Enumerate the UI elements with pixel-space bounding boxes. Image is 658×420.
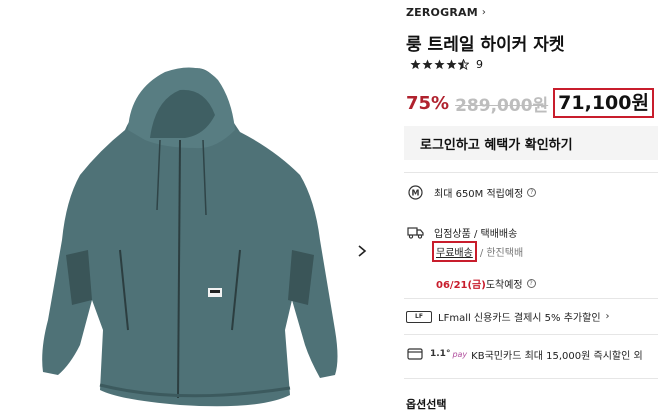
rating-stars[interactable]: 9 — [410, 58, 483, 71]
mileage-text: 최대 650M 적립예정 — [434, 188, 524, 200]
sale-price: 71,100원 — [553, 88, 654, 118]
card-icon: LF — [406, 310, 432, 323]
carrier-name: / 한진택배 — [479, 248, 524, 259]
product-title: 룽 트레일 하이커 자켓 — [406, 35, 565, 55]
price-row: 75% 289,000원 71,100원 ? — [406, 88, 658, 118]
option-select-label: 옵션선택 — [406, 398, 447, 411]
card-benefit-lfmall[interactable]: LF LFmall 신용카드 결제시 5% 추가할인 › — [406, 309, 610, 324]
product-info-panel: ZEROGRAM › 룽 트레일 하이커 자켓 9 75% 289,000원 7… — [404, 0, 658, 420]
card-icon — [406, 346, 424, 362]
svg-text:M: M — [411, 188, 419, 197]
jacket-image — [42, 67, 338, 407]
brand-link[interactable]: ZEROGRAM › — [406, 6, 486, 19]
card-benefit-kb[interactable]: 1.1° pay KB국민카드 최대 15,000원 즉시할인 외 — [406, 346, 643, 362]
chevron-right-icon — [358, 245, 367, 257]
shipping-info: 입점상품 / 택배배송 — [406, 224, 517, 240]
card-benefit-text: KB국민카드 최대 15,000원 즉시할인 외 — [471, 350, 643, 362]
arrival-label: 도착예정 — [485, 280, 523, 291]
card-benefit-text: LFmall 신용카드 결제시 5% 추가할인 — [438, 313, 601, 324]
truck-icon — [406, 224, 424, 240]
star-icon — [434, 59, 445, 70]
free-shipping-label[interactable]: 무료배송 — [432, 241, 477, 262]
divider — [404, 172, 658, 173]
login-benefit-button[interactable]: 로그인하고 혜택가 확인하기 — [404, 126, 658, 160]
mileage-benefit: M 최대 650M 적립예정 ? — [406, 184, 537, 200]
arrival-row: 06/21(금) 도착예정 ? — [436, 276, 536, 291]
review-count[interactable]: 9 — [476, 58, 483, 71]
star-icon — [410, 59, 421, 70]
brand-name: ZEROGRAM — [406, 6, 478, 19]
divider — [404, 334, 658, 335]
free-shipping-row: 무료배송 / 한진택배 — [432, 241, 523, 262]
divider — [404, 298, 658, 299]
shipping-type: 입점상품 / 택배배송 — [434, 228, 518, 240]
divider — [404, 378, 658, 379]
star-icon — [446, 59, 457, 70]
mileage-icon: M — [406, 184, 424, 200]
chevron-right-icon: › — [605, 311, 610, 322]
chevron-right-icon: › — [481, 7, 486, 18]
product-image-area — [0, 0, 392, 420]
discount-rate: 75% — [406, 92, 450, 114]
help-icon[interactable]: ? — [526, 279, 536, 288]
arrival-date: 06/21(금) — [436, 280, 486, 291]
help-icon[interactable]: ? — [527, 187, 537, 197]
pay-logo: pay — [452, 349, 468, 359]
next-image-button[interactable] — [352, 237, 372, 265]
half-star-icon — [458, 59, 469, 70]
kb-logo: 1.1° — [430, 349, 451, 359]
original-price: 289,000원 — [455, 95, 549, 116]
star-icon — [422, 59, 433, 70]
